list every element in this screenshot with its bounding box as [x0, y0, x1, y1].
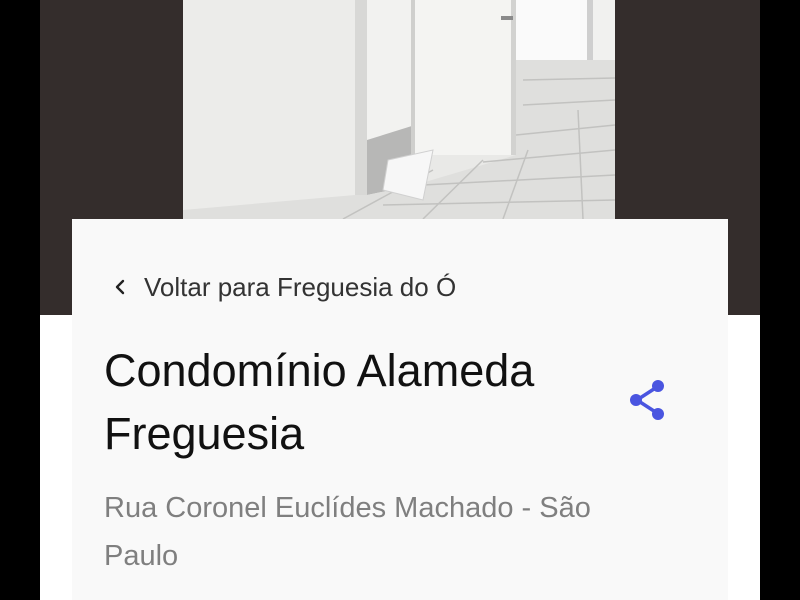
listing-address: Rua Coronel Euclídes Machado - São Paulo [104, 492, 591, 572]
page-viewport: Voltar para Freguesia do Ó Condomínio Al… [40, 0, 760, 600]
listing-title: Condomínio Alameda Freguesia [104, 345, 535, 459]
back-link[interactable]: Voltar para Freguesia do Ó [108, 269, 456, 305]
listing-card: Voltar para Freguesia do Ó Condomínio Al… [72, 219, 728, 600]
property-photo[interactable] [183, 0, 615, 219]
back-link-label: Voltar para Freguesia do Ó [144, 271, 457, 302]
share-icon [628, 379, 668, 428]
share-button[interactable] [624, 379, 672, 427]
chevron-left-icon [108, 275, 132, 299]
